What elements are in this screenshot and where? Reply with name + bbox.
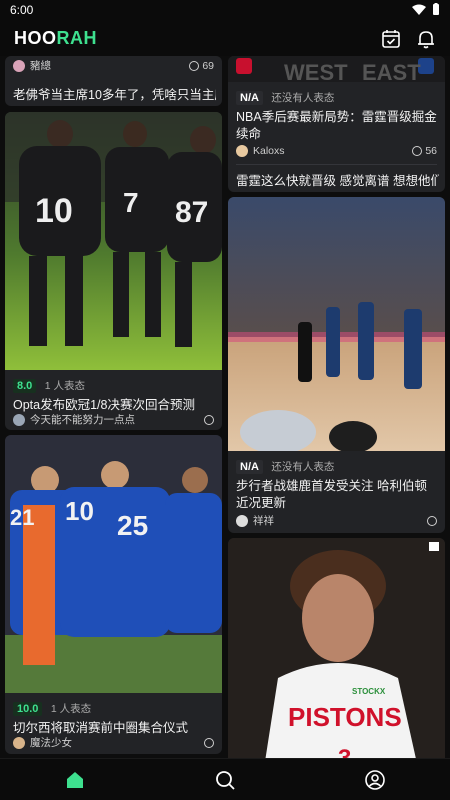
calendar-check-icon[interactable]: [380, 28, 402, 50]
rating-badge: 8.0: [13, 379, 37, 393]
comment-icon: [204, 737, 214, 748]
comment-count[interactable]: 56: [412, 145, 437, 157]
card-meta: 10.0 1 人表态 切尔西将取消赛前中圈集合仪式: [13, 699, 214, 737]
chelsea-huddle-image: 10 25 21: [5, 435, 222, 693]
status-bar: 6:00: [0, 0, 450, 22]
feed-card[interactable]: N/A 还没有人表态 步行者战雄鹿首发受关注 哈利伯顿近况更新 祥祥: [228, 197, 445, 533]
feed-card[interactable]: PISTONS 3 STOCKX: [228, 538, 445, 758]
svg-text:10: 10: [65, 496, 94, 526]
card-user-row: 豬總 69: [13, 58, 214, 73]
username: 魔法少女: [30, 737, 72, 749]
svg-text:WEST: WEST: [284, 60, 348, 82]
avatar: [13, 59, 25, 72]
divider: [236, 164, 437, 165]
vote-count: 还没有人表态: [271, 461, 335, 473]
comment-button[interactable]: [204, 414, 214, 425]
comment-preview: 雷霆这么快就晋级 感觉离谱 想想他们重…: [236, 174, 439, 188]
profile-icon[interactable]: [364, 769, 386, 791]
card-user-row: 今天能不能努力一点点: [13, 412, 214, 427]
card-user-row: Kaloxs 56: [236, 145, 437, 157]
card-user-row: 魔法少女: [13, 735, 214, 750]
card-image: 10 25 21: [5, 435, 222, 693]
rating-badge: N/A: [236, 460, 263, 474]
rating-badge: N/A: [236, 91, 263, 105]
avatar: [13, 736, 25, 749]
card-image: PISTONS 3 STOCKX: [228, 538, 445, 758]
svg-text:PISTONS: PISTONS: [288, 702, 402, 732]
home-icon[interactable]: [64, 769, 86, 791]
card-title: NBA季后赛最新局势：雷霆晋级掘金续命: [236, 110, 437, 141]
card-meta: N/A 还没有人表态 NBA季后赛最新局势：雷霆晋级掘金续命: [236, 88, 437, 143]
card-image: WEST EAST: [228, 56, 445, 82]
card-image: [228, 197, 445, 451]
pistons-player-image: PISTONS 3 STOCKX: [228, 538, 445, 758]
bottom-nav: [0, 758, 450, 800]
comment-preview: 老佛爷当主席10多年了，凭啥只当主席…: [13, 88, 216, 102]
svg-text:21: 21: [10, 505, 34, 530]
comment-icon: [189, 60, 200, 71]
comment-icon: [412, 146, 423, 156]
username: 祥祥: [253, 515, 274, 527]
svg-text:87: 87: [175, 196, 208, 229]
card-user-row: 祥祥: [236, 513, 437, 528]
system-icons: [412, 3, 440, 16]
avatar: [13, 413, 25, 426]
comment-count[interactable]: 69: [189, 60, 214, 72]
comment-icon: [204, 414, 214, 425]
feed-card[interactable]: 10 7 87 8.0 1 人表态 Opta发布欧冠1/8决赛次回合预测 今天能…: [5, 112, 222, 430]
video-badge-icon: [429, 542, 439, 551]
vote-count: 1 人表态: [44, 380, 86, 392]
svg-text:7: 7: [123, 187, 139, 218]
soccer-players-image: 10 7 87: [5, 112, 222, 370]
app-logo: HOORAH: [14, 28, 97, 49]
nba-standings-image: WEST EAST: [228, 56, 445, 82]
status-time: 6:00: [10, 3, 34, 17]
svg-text:3: 3: [338, 745, 351, 758]
wifi-icon: [412, 4, 426, 15]
feed-card[interactable]: 豬總 69 老佛爷当主席10多年了，凭啥只当主席…: [5, 56, 222, 106]
battery-icon: [433, 3, 439, 15]
vote-count: 还没有人表态: [271, 92, 335, 104]
username: 今天能不能努力一点点: [30, 414, 135, 426]
svg-text:EAST: EAST: [362, 60, 421, 82]
card-meta: N/A 还没有人表态 步行者战雄鹿首发受关注 哈利伯顿近况更新: [236, 457, 437, 512]
avatar: [236, 514, 248, 527]
svg-text:10: 10: [35, 192, 73, 230]
card-image: 10 7 87: [5, 112, 222, 370]
vote-count: 1 人表态: [50, 703, 92, 715]
rating-badge: 10.0: [13, 702, 43, 716]
logo-accent: RAH: [56, 28, 98, 48]
feed-card[interactable]: WEST EAST N/A 还没有人表态 NBA季后赛最新局势：雷霆晋级掘金续命…: [228, 56, 445, 192]
username: 豬總: [30, 60, 51, 72]
comment-button[interactable]: [204, 737, 214, 748]
svg-text:STOCKX: STOCKX: [352, 687, 386, 696]
bell-icon[interactable]: [415, 28, 437, 50]
card-meta: 8.0 1 人表态 Opta发布欧冠1/8决赛次回合预测: [13, 376, 214, 414]
card-title: 步行者战雄鹿首发受关注 哈利伯顿近况更新: [236, 479, 427, 510]
avatar: [236, 145, 248, 157]
app-header: HOORAH: [0, 22, 450, 56]
username: Kaloxs: [253, 145, 285, 157]
logo-primary: HOO: [14, 28, 57, 48]
feed[interactable]: 豬總 69 老佛爷当主席10多年了，凭啥只当主席…: [0, 56, 450, 758]
comment-icon: [427, 515, 437, 526]
basketball-game-image: [228, 197, 445, 451]
svg-text:25: 25: [117, 510, 148, 541]
comment-button[interactable]: [427, 515, 437, 526]
feed-card[interactable]: 10 25 21 10.0 1 人表态 切尔西将取消赛前中圈集合仪式 魔法少女: [5, 435, 222, 754]
search-icon[interactable]: [214, 769, 236, 791]
